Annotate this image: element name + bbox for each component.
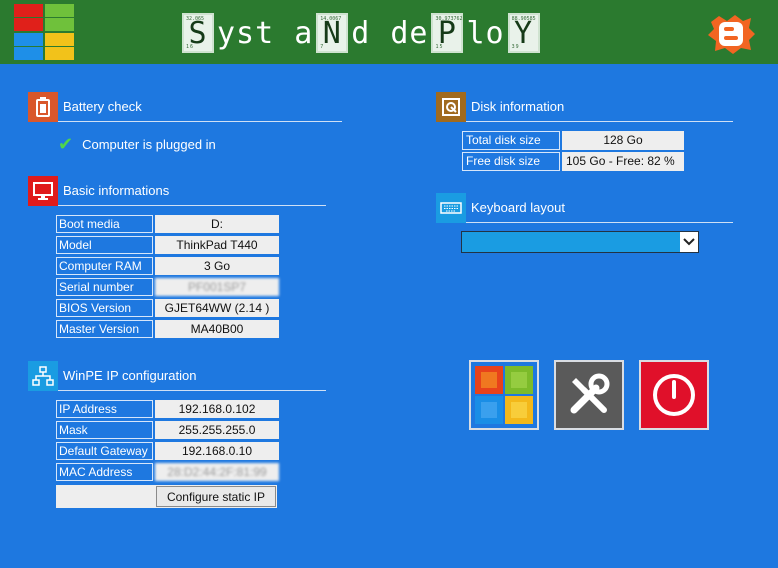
title-text: de <box>390 15 429 51</box>
disk-section-title: Disk information <box>471 99 565 114</box>
battery-icon <box>28 91 58 122</box>
disk-section-header: Disk information <box>436 91 733 122</box>
title-text: a <box>294 15 314 51</box>
basic-info-section-header: Basic informations <box>28 175 326 206</box>
basic-info-value: GJET64WW (2.14 ) <box>155 299 279 317</box>
tile-atomic-mass: 88.90585 <box>511 16 536 22</box>
configure-static-ip-button[interactable]: Configure static IP <box>156 486 276 507</box>
ip-section-title: WinPE IP configuration <box>63 368 197 383</box>
app-title: 32.065 S 16 yst a 14.0067 N 7 d de 30.97… <box>180 11 542 55</box>
ip-label: IP Address <box>56 400 153 418</box>
basic-info-table: Boot media D: Model ThinkPad T440 Comput… <box>56 215 279 338</box>
network-icon <box>28 360 58 391</box>
tile-atomic-number: 16 <box>186 44 195 50</box>
basic-info-value: 3 Go <box>155 257 279 275</box>
ip-section-header: WinPE IP configuration <box>28 360 326 391</box>
tools-button[interactable] <box>554 360 624 430</box>
basic-info-label: Computer RAM <box>56 257 153 275</box>
tile-atomic-number: 7 <box>320 44 325 50</box>
power-icon <box>653 374 695 416</box>
header-bar: 32.065 S 16 yst a 14.0067 N 7 d de 30.97… <box>0 0 778 64</box>
tile-atomic-number: 39 <box>511 44 520 50</box>
tile-atomic-mass: 30.973762 <box>435 16 463 22</box>
windows-logo-icon <box>475 366 533 424</box>
disk-label: Free disk size <box>462 152 560 171</box>
keyboard-layout-select[interactable] <box>461 231 699 253</box>
title-text: lo <box>466 15 505 51</box>
ip-label: Mask <box>56 421 153 439</box>
basic-info-section-title: Basic informations <box>63 183 170 198</box>
ip-table: IP Address 192.168.0.102 Mask 255.255.25… <box>56 400 279 481</box>
title-element-tile: 14.0067 N 7 <box>316 13 349 53</box>
ip-value: 28:D2:44:2F:81:99 <box>155 463 279 481</box>
basic-info-value: MA40B00 <box>155 320 279 338</box>
battery-section-header: Battery check <box>28 91 342 122</box>
title-text: d <box>351 15 371 51</box>
disk-value: 105 Go - Free: 82 % <box>562 152 684 171</box>
ip-label: Default Gateway <box>56 442 153 460</box>
tile-atomic-number: 15 <box>435 44 444 50</box>
title-text: yst <box>217 15 275 51</box>
checkmark-icon: ✔ <box>58 134 74 154</box>
disk-icon <box>436 91 466 122</box>
keyboard-section-title: Keyboard layout <box>471 200 565 215</box>
ip-value: 192.168.0.10 <box>155 442 279 460</box>
basic-info-label: Master Version <box>56 320 153 338</box>
title-element-tile: 88.90585 Y 39 <box>507 13 540 53</box>
battery-status: ✔ Computer is plugged in <box>58 134 216 155</box>
basic-info-value: ThinkPad T440 <box>155 236 279 254</box>
title-element-tile: 30.973762 P 15 <box>431 13 464 53</box>
windows-setup-button[interactable] <box>469 360 539 430</box>
basic-info-label: BIOS Version <box>56 299 153 317</box>
basic-info-label: Model <box>56 236 153 254</box>
battery-status-text: Computer is plugged in <box>82 137 216 152</box>
disk-info-table: Total disk size 128 Go Free disk size 10… <box>462 131 684 171</box>
disk-label: Total disk size <box>462 131 560 150</box>
battery-section-title: Battery check <box>63 99 142 114</box>
title-element-tile: 32.065 S 16 <box>182 13 214 53</box>
ip-value: 255.255.255.0 <box>155 421 279 439</box>
tile-atomic-mass: 14.0067 <box>320 16 342 22</box>
chevron-down-icon[interactable] <box>680 232 698 252</box>
ip-value: 192.168.0.102 <box>155 400 279 418</box>
basic-info-label: Boot media <box>56 215 153 233</box>
keyboard-icon <box>436 192 466 223</box>
basic-info-value: D: <box>155 215 279 233</box>
app-logo-icon <box>14 4 76 60</box>
ip-label: MAC Address <box>56 463 153 481</box>
monitor-icon <box>28 175 58 206</box>
keyboard-section-header: Keyboard layout <box>436 192 733 223</box>
basic-info-value: PF001SP7 <box>155 278 279 296</box>
tile-atomic-mass: 32.065 <box>186 16 205 22</box>
blogger-icon[interactable] <box>705 12 757 56</box>
basic-info-label: Serial number <box>56 278 153 296</box>
power-button[interactable] <box>639 360 709 430</box>
config-ip-row: Configure static IP <box>56 485 277 508</box>
disk-value: 128 Go <box>562 131 684 150</box>
tools-icon <box>570 373 610 414</box>
